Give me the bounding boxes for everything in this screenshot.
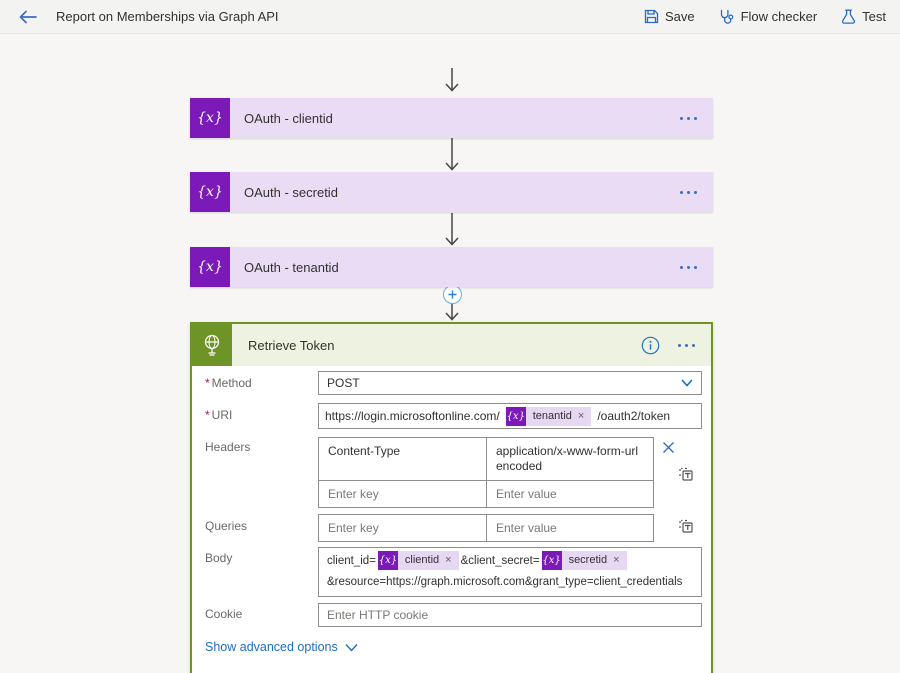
action-title: OAuth - tenantid [230,260,680,275]
more-options-icon[interactable] [680,117,713,120]
variable-icon: {x} [190,98,230,138]
uri-input[interactable]: https://login.microsoftonline.com/ {x} t… [318,403,702,429]
action-header[interactable]: Retrieve Token [192,324,711,366]
action-title: OAuth - clientid [230,111,680,126]
headers-label: Headers [205,440,250,454]
flow-checker-icon [719,9,735,25]
queries-text-mode-toggle[interactable] [678,518,694,534]
header-row: Content-Type application/x-www-form-urle… [319,438,653,480]
action-card-oauth-secretid[interactable]: {x} OAuth - secretid [190,172,713,212]
dynamic-content-token[interactable]: {x} secretid× [542,551,627,570]
test-icon [841,9,856,24]
query-row-empty [319,515,653,541]
headers-text-mode-toggle[interactable] [678,466,694,482]
remove-token-icon[interactable]: × [578,410,584,422]
dynamic-content-token[interactable]: {x} tenantid × [506,407,592,426]
switch-to-text-mode-icon [678,466,694,482]
more-options-icon[interactable] [680,266,713,269]
cookie-label: Cookie [205,607,242,621]
test-button[interactable]: Test [841,9,886,24]
show-advanced-options-link[interactable]: Show advanced options [205,640,358,654]
body-label: Body [205,551,232,565]
token-label: secretid [569,550,608,571]
body-text: client_id= [327,555,376,567]
flow-title: Report on Memberships via Graph API [56,9,279,24]
action-card-oauth-clientid[interactable]: {x} OAuth - clientid [190,98,713,138]
variable-icon: {x} [190,247,230,287]
flow-checker-button[interactable]: Flow checker [719,9,818,25]
remove-token-icon[interactable]: × [613,550,619,571]
connector-arrow [444,213,460,246]
variable-icon: {x} [506,407,526,426]
queries-label: Queries [205,519,247,533]
connector-arrow [444,68,460,92]
save-button[interactable]: Save [644,9,695,24]
header-key-input[interactable] [319,481,486,507]
body-input[interactable]: client_id={x}clientid×&client_secret={x}… [318,547,702,597]
headers-table: Content-Type application/x-www-form-urle… [318,437,654,508]
action-parameters: *Method POST *URI https://login.microsof… [192,366,711,673]
header-value-input[interactable] [486,481,653,507]
body-text-line2: &resource=https://graph.microsoft.com&gr… [327,572,693,593]
chevron-down-icon [345,643,358,652]
more-options-icon[interactable] [680,191,713,194]
test-label: Test [862,9,886,24]
action-card-oauth-tenantid[interactable]: {x} OAuth - tenantid [190,247,713,287]
header-row-empty [319,480,653,507]
token-label: clientid [405,550,439,571]
remove-token-icon[interactable]: × [445,550,451,571]
insert-step-button[interactable] [443,285,462,304]
method-value: POST [327,376,360,390]
action-title: OAuth - secretid [230,185,680,200]
action-title: Retrieve Token [232,338,641,353]
back-button[interactable] [8,0,48,34]
save-label: Save [665,9,695,24]
method-label: *Method [205,376,252,390]
show-advanced-options-label: Show advanced options [205,640,338,654]
more-options-icon[interactable] [678,344,695,347]
flow-checker-label: Flow checker [741,9,818,24]
topbar: Report on Memberships via Graph API Save… [0,0,900,34]
method-dropdown[interactable]: POST [318,371,702,395]
back-arrow-icon [19,10,37,24]
chevron-down-icon [681,379,693,387]
uri-label: *URI [205,408,232,422]
switch-to-text-mode-icon [678,518,694,534]
delete-header-row-button[interactable] [660,439,676,455]
save-icon [644,9,659,24]
query-value-input[interactable] [486,515,653,541]
body-text: &client_secret= [461,555,540,567]
cookie-input[interactable] [318,603,702,627]
dynamic-content-token[interactable]: {x} clientid × [378,551,459,570]
plus-icon [448,290,457,299]
action-card-retrieve-token: Retrieve Token *Method POST *URI [190,322,713,673]
query-key-input[interactable] [319,515,486,541]
header-value[interactable]: application/x-www-form-urlencoded [486,438,653,480]
http-connector-icon [192,324,232,366]
close-icon [662,441,675,454]
queries-table [318,514,654,542]
variable-icon: {x} [542,551,562,570]
token-label: tenantid [533,410,572,422]
header-key[interactable]: Content-Type [319,438,486,480]
uri-prefix-text: https://login.microsoftonline.com/ [325,409,500,423]
variable-icon: {x} [190,172,230,212]
flow-canvas: {x} OAuth - clientid {x} OAuth - secreti… [0,34,900,673]
connector-arrow [444,138,460,171]
info-icon[interactable] [641,336,660,355]
uri-suffix-text: /oauth2/token [597,409,670,423]
variable-icon: {x} [378,551,398,570]
